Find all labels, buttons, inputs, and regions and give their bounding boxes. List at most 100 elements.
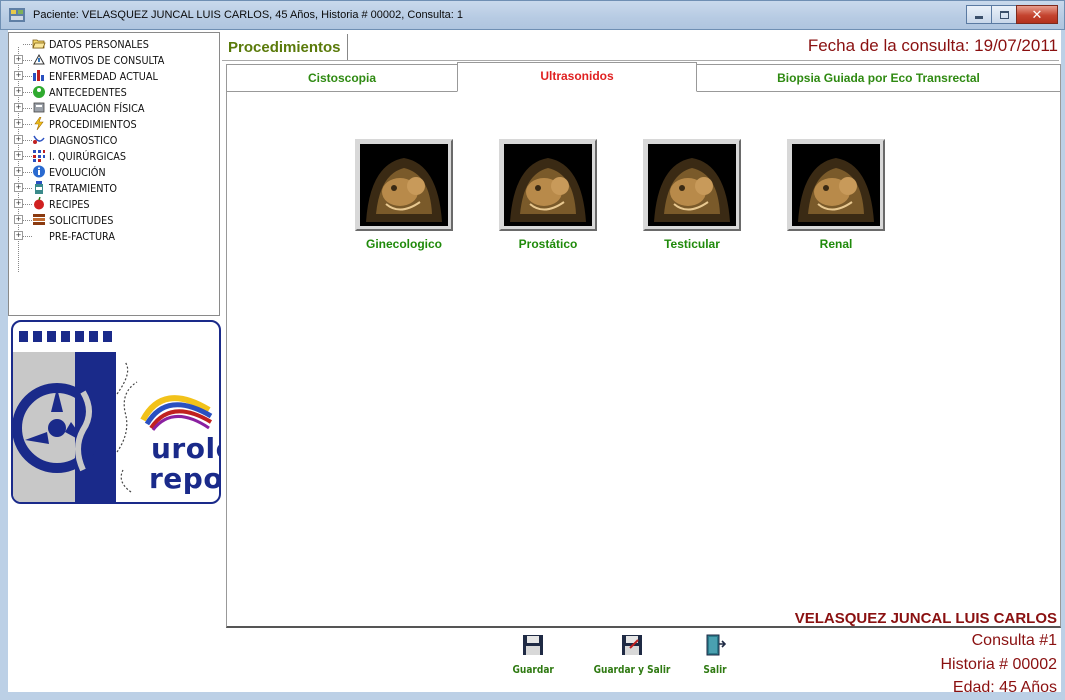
tab-ultrasonidos[interactable]: Ultrasonidos — [457, 62, 697, 92]
tree-item-antecedentes[interactable]: + ANTECEDENTES — [9, 84, 209, 100]
ultrasound-thumbnail[interactable] — [499, 139, 597, 231]
window-frame-left — [0, 30, 8, 700]
exit-door-icon — [706, 634, 727, 656]
minimize-button[interactable] — [966, 5, 992, 24]
tree-label: EVOLUCIÓN — [49, 166, 106, 179]
green-person-icon — [33, 86, 45, 98]
consultation-date: Fecha de la consulta: 19/07/2011 — [807, 36, 1058, 55]
expand-icon[interactable]: + — [14, 55, 23, 64]
ultrasound-option-testicular[interactable]: Testicular — [642, 139, 742, 251]
patient-name: VELASQUEZ JUNCAL LUIS CARLOS — [794, 610, 1057, 627]
salir-label: Salir — [703, 663, 727, 676]
tree-label: RECIPES — [49, 198, 90, 211]
section-tab-label: Procedimientos — [228, 39, 341, 56]
tree-item-pre-factura[interactable]: + PRE-FACTURA — [9, 228, 209, 244]
expand-icon[interactable]: + — [14, 87, 23, 96]
ultrasound-image-icon — [792, 144, 880, 226]
ultrasound-thumbnail[interactable] — [787, 139, 885, 231]
guardar-y-salir-button[interactable]: Guardar y Salir — [584, 634, 680, 676]
title-bar: Paciente: VELASQUEZ JUNCAL LUIS CARLOS, … — [0, 0, 1065, 30]
tree-item-evaluacion-fisica[interactable]: + EVALUACIÓN FÍSICA — [9, 100, 209, 116]
guardar-label: Guardar — [512, 663, 554, 676]
expand-icon[interactable]: + — [14, 183, 23, 192]
tree-item-i-quirurgicas[interactable]: + I. QUIRÚRGICAS — [9, 148, 209, 164]
ultrasound-label: Ginecologico — [365, 237, 442, 251]
expand-icon[interactable]: + — [14, 215, 23, 224]
floppy-disk-exit-icon — [622, 635, 642, 655]
lightning-icon — [34, 117, 44, 130]
app-icon — [9, 8, 25, 22]
logo-text-urolo: urolo — [151, 432, 219, 465]
tree-item-datos-personales[interactable]: DATOS PERSONALES — [9, 36, 209, 52]
grid-dots-icon — [33, 150, 45, 162]
ultrasound-image-icon — [360, 144, 448, 226]
apple-icon — [34, 197, 44, 210]
pill-bottle-icon — [35, 181, 43, 194]
tree-item-solicitudes[interactable]: + SOLICITUDES — [9, 212, 209, 228]
tree-label: I. QUIRÚRGICAS — [49, 150, 126, 163]
procedure-tabs: Cistoscopia Ultrasonidos Biopsia Guiada … — [226, 62, 1061, 92]
guardar-button[interactable]: Guardar — [508, 634, 558, 676]
ultrasound-label: Renal — [819, 237, 853, 251]
ultrasound-image-icon — [648, 144, 736, 226]
expand-icon[interactable]: + — [14, 135, 23, 144]
tree-item-evolucion[interactable]: + EVOLUCIÓN — [9, 164, 209, 180]
tree-connector — [23, 92, 32, 93]
salir-button[interactable]: Salir — [698, 634, 732, 676]
divider — [222, 60, 1059, 61]
section-tab-procedimientos[interactable]: Procedimientos — [222, 34, 348, 60]
tree-label: DIAGNOSTICO — [49, 134, 118, 147]
tree-item-diagnostico[interactable]: + DIAGNOSTICO — [9, 132, 209, 148]
window-frame-bottom — [0, 692, 1065, 700]
ultrasound-option-ginecologico[interactable]: Ginecologico — [354, 139, 454, 251]
expand-icon[interactable]: + — [14, 71, 23, 80]
tree-label: ENFERMEDAD ACTUAL — [49, 70, 158, 83]
historia-number: Historia # 00002 — [940, 656, 1057, 673]
consulta-number: Consulta #1 — [971, 632, 1057, 649]
tree-label: TRATAMIENTO — [49, 182, 118, 195]
expand-icon[interactable]: + — [14, 119, 23, 128]
tree-connector — [23, 204, 32, 205]
patient-age: Edad: 45 Años — [952, 679, 1057, 696]
tree-connector — [23, 108, 32, 109]
navigation-tree[interactable]: DATOS PERSONALES + MOTIVOS DE CONSULTA +… — [8, 32, 220, 316]
tab-biopsia-guiada[interactable]: Biopsia Guiada por Eco Transrectal — [696, 64, 1061, 91]
tree-connector — [23, 188, 32, 189]
expand-icon[interactable]: + — [14, 231, 23, 240]
expand-icon[interactable]: + — [14, 151, 23, 160]
ultrasound-image-icon — [504, 144, 592, 226]
expand-icon[interactable]: + — [14, 199, 23, 208]
tree-item-motivos-de-consulta[interactable]: + MOTIVOS DE CONSULTA — [9, 52, 209, 68]
tree-label: MOTIVOS DE CONSULTA — [49, 54, 165, 67]
tree-connector — [23, 236, 32, 237]
ultrasound-option-prostatico[interactable]: Prostático — [498, 139, 598, 251]
tree-connector — [23, 220, 32, 221]
tree-label: ANTECEDENTES — [49, 86, 127, 99]
expand-icon[interactable]: + — [14, 103, 23, 112]
logo-dots — [19, 331, 117, 342]
tree-item-procedimientos[interactable]: + PROCEDIMIENTOS — [9, 116, 209, 132]
ultrasound-option-renal[interactable]: Renal — [786, 139, 886, 251]
expand-icon[interactable]: + — [14, 167, 23, 176]
tree-item-enfermedad-actual[interactable]: + ENFERMEDAD ACTUAL — [9, 68, 209, 84]
tab-cistoscopia[interactable]: Cistoscopia — [226, 64, 458, 91]
window-controls: ✕ — [966, 5, 1058, 25]
tree-connector — [23, 124, 32, 125]
document-stack-icon — [33, 214, 45, 225]
tree-connector — [23, 44, 32, 45]
tree-connector — [23, 172, 32, 173]
tree-label: PRE-FACTURA — [49, 230, 116, 243]
scale-icon — [33, 102, 45, 113]
tree-item-recipes[interactable]: + RECIPES — [9, 196, 209, 212]
maximize-icon — [999, 10, 1009, 19]
tree-item-tratamiento[interactable]: + TRATAMIENTO — [9, 180, 209, 196]
ultrasound-thumbnail[interactable] — [355, 139, 453, 231]
folder-open-icon — [32, 39, 46, 49]
tree-label: SOLICITUDES — [49, 214, 114, 227]
maximize-button[interactable] — [991, 5, 1017, 24]
tree-connector — [23, 76, 32, 77]
app-logo: urolo report — [11, 320, 221, 504]
close-button[interactable]: ✕ — [1016, 5, 1058, 24]
ultrasound-label: Prostático — [518, 237, 578, 251]
ultrasound-thumbnail[interactable] — [643, 139, 741, 231]
